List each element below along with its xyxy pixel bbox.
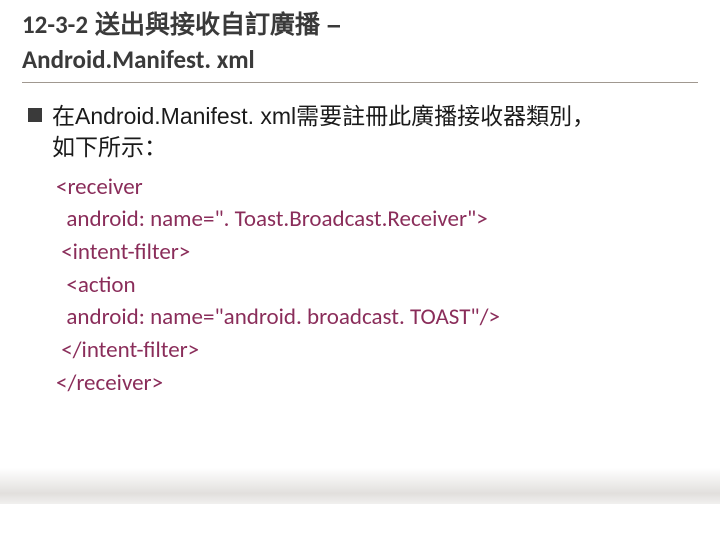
code-line: android: name="android. broadcast. TOAST… <box>56 301 698 334</box>
slide-body: 在Android.Manifest. xml需要註冊此廣播接收器類別， 如下所示… <box>22 101 698 400</box>
slide-title-line1: 12-3-2 送出與接收自訂廣播 – <box>22 8 698 43</box>
bullet-text-line2: 如下所示： <box>52 132 698 163</box>
code-line: android: name=". Toast.Broadcast.Receive… <box>56 203 698 236</box>
title-underline <box>22 82 698 83</box>
bottom-gradient-decoration <box>0 460 720 540</box>
code-line: </intent-filter> <box>56 334 698 367</box>
code-line: <intent-filter> <box>56 236 698 269</box>
code-line: </receiver> <box>56 367 698 400</box>
code-line: <receiver <box>56 171 698 204</box>
bullet-text-line1: 在Android.Manifest. xml需要註冊此廣播接收器類別， <box>52 101 595 132</box>
square-bullet-icon <box>28 108 42 122</box>
slide-title-line2: Android.Manifest. xml <box>22 43 698 77</box>
title-text-1: 送出與接收自訂廣播 – <box>95 11 341 39</box>
slide-title-block: 12-3-2 送出與接收自訂廣播 – Android.Manifest. xml <box>22 8 698 83</box>
section-number: 12-3-2 <box>22 9 88 40</box>
code-line: <action <box>56 269 698 302</box>
bullet-item: 在Android.Manifest. xml需要註冊此廣播接收器類別， <box>28 101 698 132</box>
code-block: <receiver android: name=". Toast.Broadca… <box>56 171 698 400</box>
slide: 12-3-2 送出與接收自訂廣播 – Android.Manifest. xml… <box>0 0 720 399</box>
